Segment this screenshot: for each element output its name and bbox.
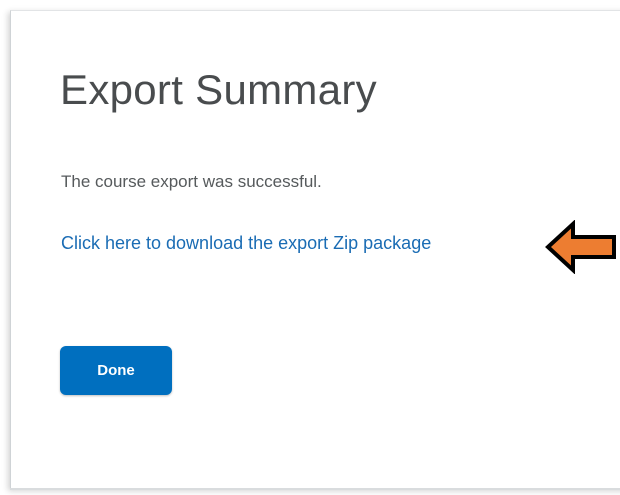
download-zip-link[interactable]: Click here to download the export Zip pa… bbox=[61, 233, 431, 254]
arrow-left-icon bbox=[545, 220, 616, 274]
done-button[interactable]: Done bbox=[60, 346, 172, 395]
panel-bottom-border bbox=[10, 488, 620, 490]
export-success-message: The course export was successful. bbox=[61, 172, 322, 191]
page-title: Export Summary bbox=[60, 66, 377, 113]
